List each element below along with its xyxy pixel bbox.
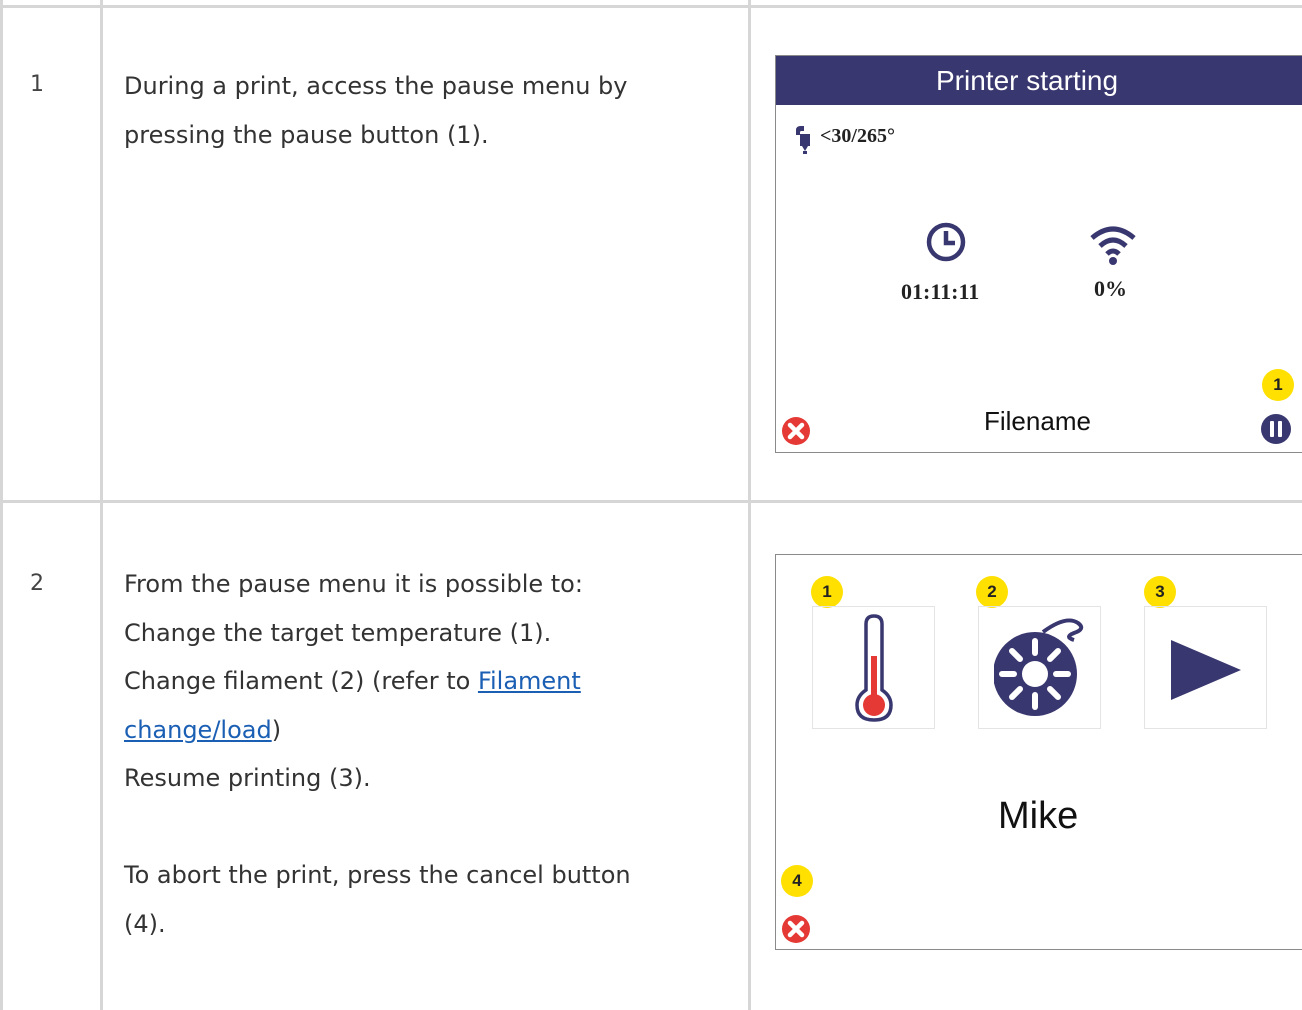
table-divider-image-column: [748, 0, 751, 1010]
callout-badge: 1: [811, 576, 843, 608]
thermometer-icon: [854, 614, 894, 726]
progress-percent: 0%: [1094, 276, 1127, 301]
table-border-top: [0, 5, 1302, 8]
table-border-left: [0, 0, 3, 1010]
cancel-icon[interactable]: [781, 416, 811, 450]
step-number: 1: [30, 72, 44, 97]
print-time: 01:11:11: [901, 279, 980, 304]
pause-icon[interactable]: [1260, 413, 1292, 449]
filament-change-link[interactable]: Filament: [478, 667, 581, 695]
table-divider-number-column: [100, 0, 103, 1010]
resume-button[interactable]: [1144, 606, 1267, 729]
step-instructions: During a print, access the pause menu by…: [124, 62, 627, 159]
instruction-line: change/load): [124, 706, 631, 755]
screen-title: Printer starting: [936, 65, 1119, 96]
step-instructions: From the pause menu it is possible to: C…: [124, 560, 631, 948]
play-icon: [1169, 638, 1243, 706]
filament-change-link-continued[interactable]: change/load: [124, 716, 272, 744]
instruction-line: From the pause menu it is possible to:: [124, 570, 583, 598]
screen-title-bar: Printer starting: [776, 56, 1302, 105]
callout-badge: 2: [976, 576, 1008, 608]
temperature-readout: <30/265°: [820, 125, 895, 147]
temperature-button[interactable]: [812, 606, 935, 729]
cancel-icon[interactable]: [781, 914, 811, 948]
instruction-line: During a print, access the pause menu by: [124, 72, 628, 100]
printer-name: Mike: [998, 795, 1079, 837]
filament-change-button[interactable]: [978, 606, 1101, 729]
link-close-paren: ): [271, 715, 282, 744]
instruction-text: Change filament (2) (refer to: [124, 667, 478, 695]
file-name: Filename: [984, 406, 1091, 436]
printer-screen-printing: Printer starting <30/265° 01:11:11 0% Fi…: [775, 55, 1302, 453]
filament-spool-icon: [993, 613, 1090, 727]
instruction-line: Change the target temperature (1).: [124, 618, 552, 647]
printer-screen-pause-menu: 1 2 3 Mike 4: [775, 554, 1302, 950]
instruction-line: Change filament (2) (refer to Filament: [124, 657, 631, 706]
step-number: 2: [30, 571, 44, 596]
clock-icon: [925, 221, 967, 267]
instruction-line: To abort the print, press the cancel but…: [124, 861, 631, 889]
callout-badge: 3: [1144, 576, 1176, 608]
instruction-line: pressing the pause button (1).: [124, 120, 489, 149]
wifi-icon: [1089, 223, 1137, 271]
instruction-line: Resume printing (3).: [124, 764, 371, 792]
callout-badge: 4: [781, 865, 813, 897]
instruction-line: (4).: [124, 909, 166, 938]
nozzle-icon: [794, 125, 812, 159]
table-row-divider: [0, 500, 1302, 503]
callout-badge: 1: [1262, 369, 1294, 401]
